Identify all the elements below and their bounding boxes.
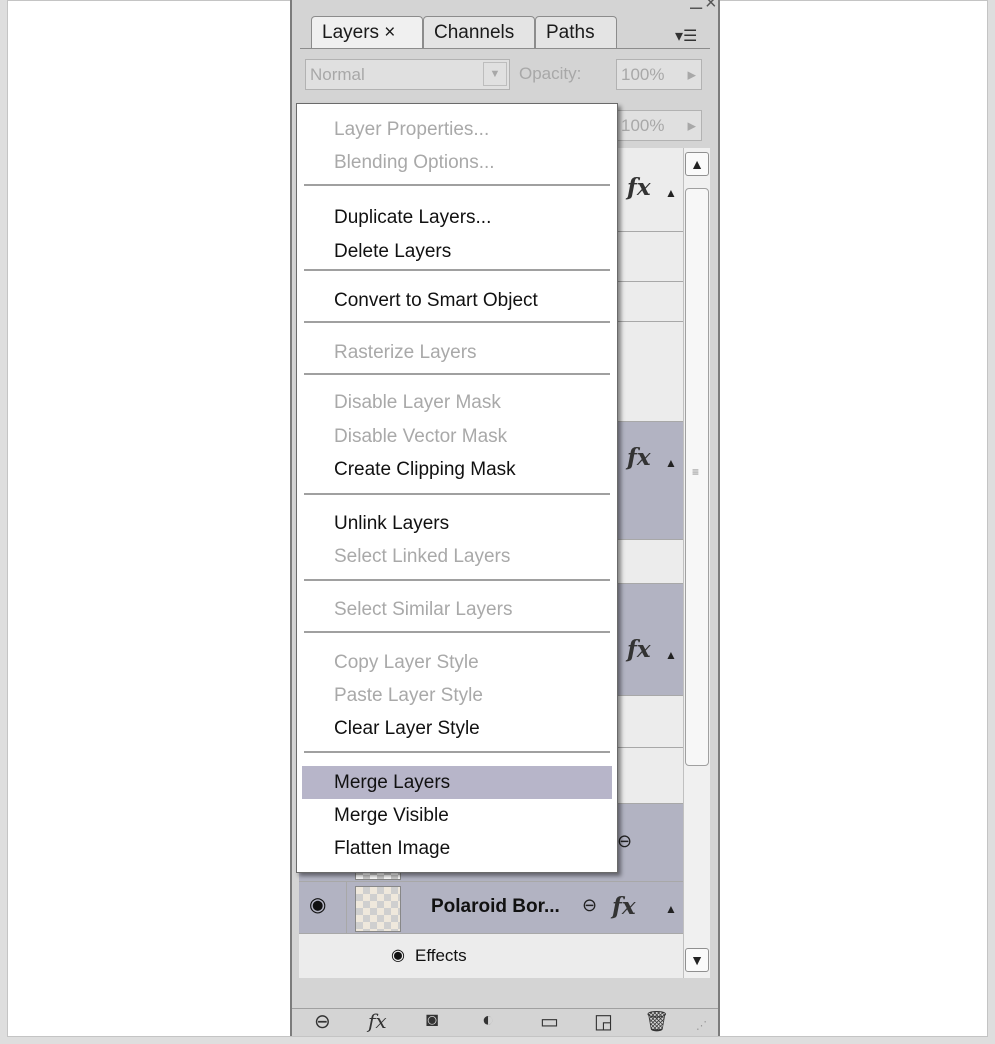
opacity-label: Opacity: xyxy=(519,64,582,83)
scroll-down-button[interactable]: ▼ xyxy=(685,948,709,972)
menu-separator xyxy=(304,751,610,753)
menu-item-rasterize-layers: Rasterize Layers xyxy=(334,342,477,363)
resize-grip-icon[interactable]: ⋰ xyxy=(696,1019,707,1032)
menu-item-create-clipping-mask[interactable]: Create Clipping Mask xyxy=(302,453,612,486)
menu-item-select-similar-layers: Select Similar Layers xyxy=(334,599,513,620)
menu-item-clear-layer-style[interactable]: Clear Layer Style xyxy=(302,712,612,745)
menu-item-disable-vector-mask: Disable Vector Mask xyxy=(334,426,508,447)
fx-icon: fx xyxy=(627,444,651,471)
menu-item-merge-visible[interactable]: Merge Visible xyxy=(302,799,612,832)
add-mask-icon[interactable]: ◙ xyxy=(426,1009,438,1032)
opacity-arrow-icon: ▸ xyxy=(687,65,696,84)
fx-icon: fx xyxy=(627,174,651,201)
menu-separator xyxy=(304,269,610,271)
layer-name[interactable]: Polaroid Bor... xyxy=(431,896,560,918)
expand-triangle-icon[interactable]: ▲ xyxy=(665,186,677,200)
menu-item-unlink-layers[interactable]: Unlink Layers xyxy=(302,507,612,540)
layers-context-menu: Layer Properties... Blending Options... Du… xyxy=(296,103,618,873)
menu-item-layer-properties: Layer Properties... xyxy=(334,119,490,140)
fx-icon: fx xyxy=(612,893,636,920)
visibility-cell[interactable]: ◉ xyxy=(299,882,347,933)
tab-layers[interactable]: Layers × xyxy=(311,16,423,49)
link-icon: ⊖ xyxy=(582,895,598,915)
fill-arrow-icon: ▸ xyxy=(687,116,696,135)
new-layer-icon[interactable]: ◲ xyxy=(594,1009,613,1034)
scroll-up-button[interactable]: ▲ xyxy=(685,152,709,176)
menu-item-delete-layers[interactable]: Delete Layers xyxy=(302,235,612,268)
layer-thumbnail xyxy=(355,886,401,932)
fill-value: 100% xyxy=(621,116,665,135)
bottom-toolbar: ⊖ fx ◙ ◐ ▭ ◲ 🗑 ⋰ xyxy=(292,1008,718,1036)
scrollbar-thumb[interactable]: ≡ xyxy=(685,188,709,766)
menu-separator xyxy=(304,321,610,323)
link-icon: ⊖ xyxy=(617,831,633,851)
layer-row-polaroid-border[interactable]: ◉ Polaroid Bor... ⊖ fx ▲ xyxy=(299,882,683,934)
menu-item-copy-layer-style: Copy Layer Style xyxy=(334,652,479,673)
link-layers-icon[interactable]: ⊖ xyxy=(314,1009,331,1034)
menu-item-duplicate-layers[interactable]: Duplicate Layers... xyxy=(302,201,612,234)
grip-icon: ≡ xyxy=(692,465,700,479)
expand-triangle-icon[interactable]: ▲ xyxy=(665,456,677,470)
blend-mode-select[interactable]: Normal ▼ xyxy=(305,59,510,90)
menu-separator xyxy=(304,493,610,495)
menu-separator xyxy=(304,579,610,581)
fill-field[interactable]: 100% ▸ xyxy=(616,110,702,141)
eye-icon[interactable]: ◉ xyxy=(391,945,405,965)
adjustment-layer-icon[interactable]: ◐ xyxy=(482,1009,494,1032)
delete-layer-icon[interactable]: 🗑 xyxy=(644,1009,669,1034)
eye-icon[interactable]: ◉ xyxy=(309,892,326,917)
menu-item-merge-layers[interactable]: Merge Layers xyxy=(302,766,612,799)
effects-label: Effects xyxy=(415,946,467,965)
menu-item-paste-layer-style: Paste Layer Style xyxy=(334,685,483,706)
add-style-icon[interactable]: fx xyxy=(368,1009,387,1033)
menu-item-select-linked-layers: Select Linked Layers xyxy=(334,546,511,567)
tab-divider xyxy=(300,48,710,49)
minimize-button[interactable]: – xyxy=(690,0,702,20)
expand-triangle-icon[interactable]: ▲ xyxy=(665,648,677,662)
blend-mode-value: Normal xyxy=(310,65,365,84)
close-panel-button[interactable]: × xyxy=(705,0,717,15)
menu-separator xyxy=(304,373,610,375)
panel-menu-button[interactable]: ▾☰ xyxy=(675,26,697,46)
new-group-icon[interactable]: ▭ xyxy=(540,1009,559,1034)
menu-item-blending-options: Blending Options... xyxy=(334,152,495,173)
expand-triangle-icon[interactable]: ▲ xyxy=(665,902,677,916)
tab-channels[interactable]: Channels xyxy=(423,16,535,49)
menu-separator xyxy=(304,631,610,633)
opacity-field[interactable]: 100% ▸ xyxy=(616,59,702,90)
menu-item-disable-layer-mask: Disable Layer Mask xyxy=(334,392,501,413)
menu-separator xyxy=(304,184,610,186)
layer-effects-row: ◉ Effects xyxy=(299,934,683,978)
layer-list-scrollbar[interactable]: ▲ ≡ ▼ xyxy=(683,148,710,978)
fx-icon: fx xyxy=(627,636,651,663)
opacity-value: 100% xyxy=(621,65,665,84)
menu-item-flatten-image[interactable]: Flatten Image xyxy=(302,832,612,865)
chevron-down-icon: ▼ xyxy=(483,62,507,86)
tab-paths[interactable]: Paths xyxy=(535,16,617,49)
menu-item-convert-to-smart-object[interactable]: Convert to Smart Object xyxy=(302,284,612,317)
